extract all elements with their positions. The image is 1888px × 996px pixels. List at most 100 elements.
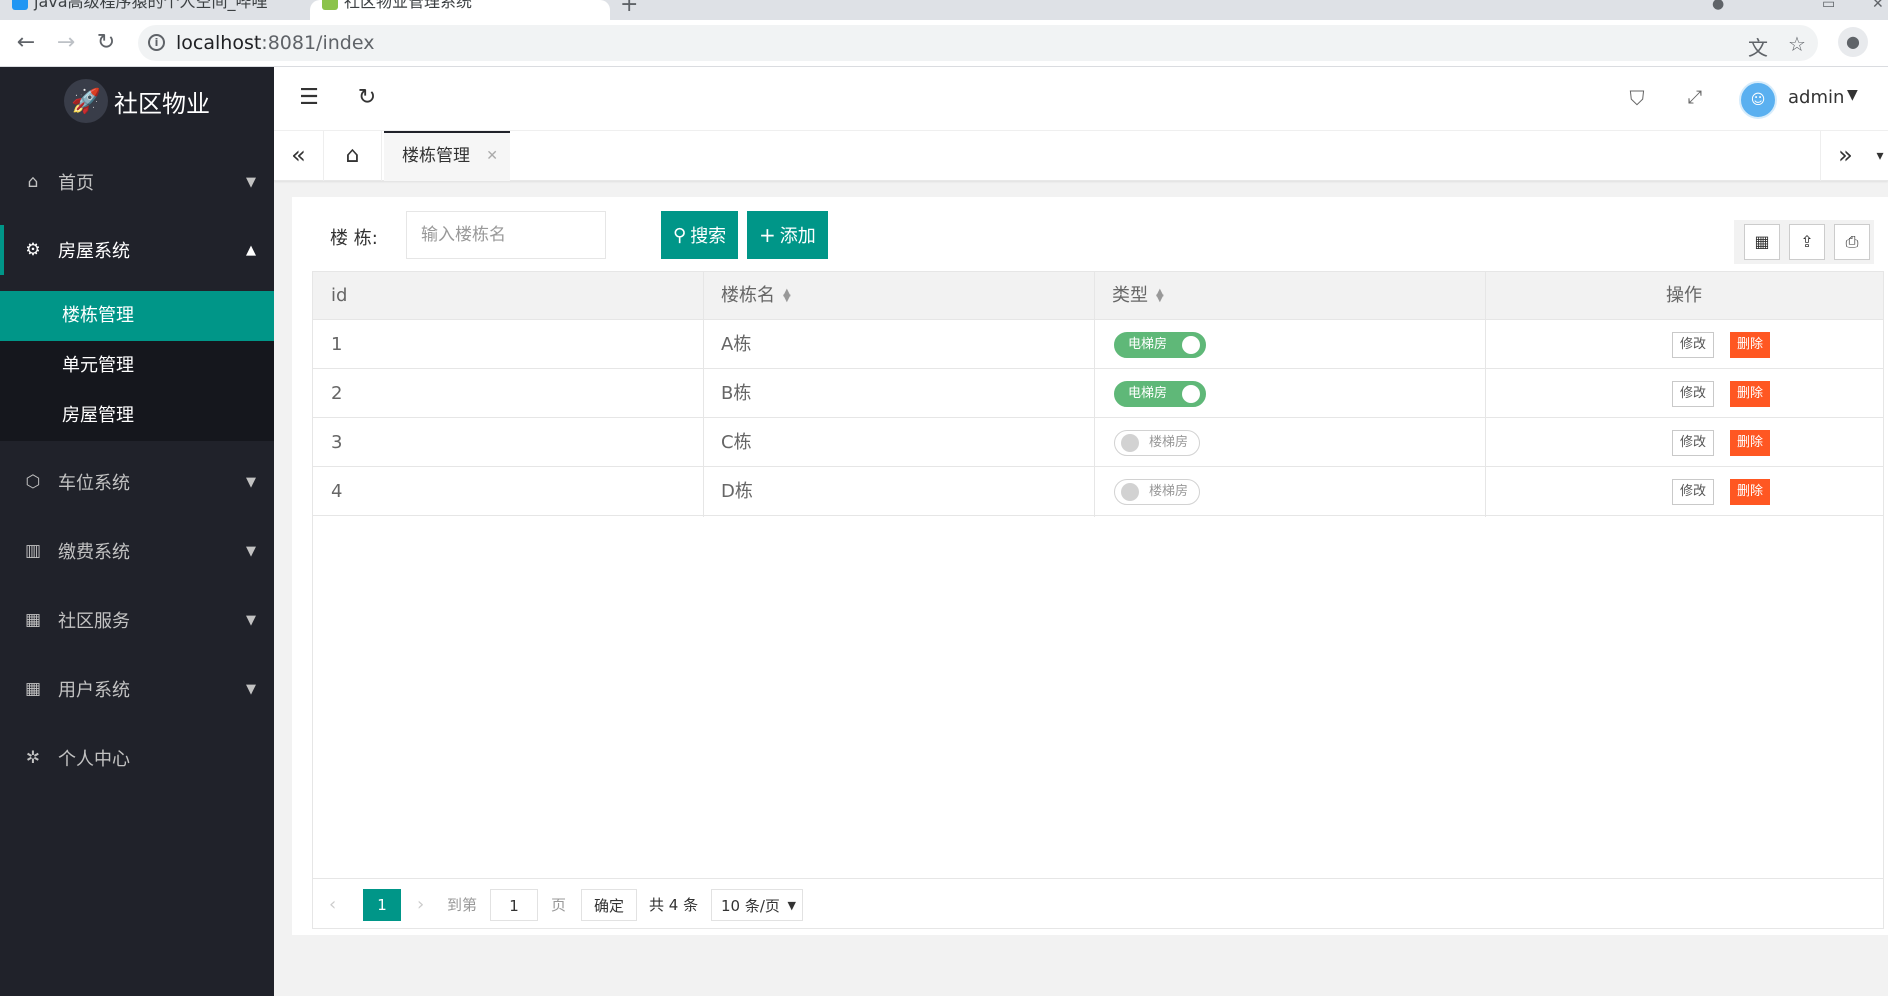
edit-button[interactable]: 修改	[1672, 430, 1715, 456]
scroll-left-icon[interactable]: «	[274, 131, 324, 181]
type-switch[interactable]: 楼梯房	[1114, 479, 1200, 505]
close-window-icon[interactable]: ✕	[1872, 0, 1884, 12]
print-icon[interactable]: ⎙	[1834, 224, 1870, 260]
back-arrow-icon[interactable]: ←	[12, 29, 40, 57]
tag-icon[interactable]: ⛉	[1620, 81, 1654, 115]
edit-button[interactable]: 修改	[1672, 332, 1715, 358]
type-switch-label: 楼梯房	[1149, 435, 1189, 450]
cell-type: 楼梯房	[1094, 418, 1485, 467]
column-header-label: 操作	[1666, 285, 1702, 306]
caret-down-icon[interactable]: ▼	[1847, 87, 1858, 103]
sidebar-subitem-houses[interactable]: 房屋管理	[0, 391, 274, 441]
avatar[interactable]: ☺	[1739, 81, 1777, 119]
plus-icon: +	[759, 223, 776, 247]
building-icon: ▥	[24, 541, 42, 561]
add-button[interactable]: + 添加	[747, 211, 828, 259]
page-size-select[interactable]: 10 条/页 ▼	[711, 889, 803, 921]
tab-menu-chevron-icon[interactable]: ▾	[1872, 131, 1888, 181]
tab-buildings[interactable]: 楼栋管理 ✕	[384, 131, 510, 181]
building-filter-label: 楼 栋:	[330, 228, 378, 249]
chevron-down-icon: ▼	[246, 474, 256, 490]
url-text[interactable]: localhost:8081/index	[176, 32, 374, 54]
new-tab-icon[interactable]: +	[620, 0, 638, 17]
sidebar-item-home[interactable]: ⌂ 首页 ▼	[0, 157, 274, 207]
sidebar-subitem-buildings[interactable]: 楼栋管理	[0, 291, 274, 341]
translate-icon[interactable]: 文	[1748, 32, 1768, 61]
sidebar-item-label: 个人中心	[58, 749, 130, 770]
sidebar-item-label: 车位系统	[58, 473, 130, 494]
cell-id: 4	[331, 481, 343, 502]
star-icon[interactable]: ☆	[1788, 32, 1806, 56]
forward-arrow-icon[interactable]: →	[52, 29, 80, 57]
browser-tab[interactable]: java高级程序猿的个人空间_哔哩 ✕	[0, 0, 300, 20]
sidebar-item-label: 缴费系统	[58, 542, 130, 563]
column-header-name[interactable]: 楼栋名 ▲ ▼	[703, 272, 1094, 320]
refresh-icon[interactable]: ↻	[350, 81, 384, 115]
sidebar-item-housing[interactable]: ⚙ 房屋系统 ▲	[0, 225, 274, 275]
goto-page-input[interactable]: 1	[490, 889, 538, 921]
column-header-label: id	[331, 285, 348, 306]
browser-tab-title: java高级程序猿的个人空间_哔哩	[34, 0, 268, 11]
search-icon: ⚲	[673, 224, 687, 246]
home-tab-icon[interactable]: ⌂	[324, 131, 382, 181]
sidebar-item-label: 首页	[58, 173, 94, 194]
delete-button[interactable]: 删除	[1730, 381, 1771, 407]
browser-tab-title: 社区物业管理系统	[344, 0, 473, 11]
building-name-input[interactable]	[406, 211, 606, 259]
column-divider	[703, 272, 704, 517]
prev-page-icon[interactable]: ‹	[329, 889, 336, 921]
chevron-down-icon: ▼	[246, 612, 256, 628]
reload-icon[interactable]: ↻	[92, 29, 120, 57]
buildings-table: id 楼栋名 ▲ ▼ 类型 ▲ ▼ 操作 1 A栋 电梯房 修改 删除 2 B栋 电梯房 修改 删除 3 C栋…	[312, 271, 1884, 929]
close-icon[interactable]: ✕	[486, 133, 498, 179]
type-switch[interactable]: 电梯房	[1114, 332, 1206, 358]
type-switch[interactable]: 电梯房	[1114, 381, 1206, 407]
sort-icon[interactable]: ▲ ▼	[783, 288, 791, 304]
column-divider	[1485, 272, 1486, 517]
delete-button[interactable]: 删除	[1730, 430, 1771, 456]
search-button-label: 搜索	[690, 226, 727, 247]
sidebar-item-parking[interactable]: ⬡ 车位系统 ▼	[0, 457, 274, 507]
sidebar-subitem-units[interactable]: 单元管理	[0, 341, 274, 391]
logo[interactable]: 🚀 社区物业	[64, 77, 210, 125]
edit-button[interactable]: 修改	[1672, 381, 1715, 407]
column-header-id[interactable]: id	[313, 272, 703, 320]
delete-button[interactable]: 删除	[1730, 332, 1771, 358]
sidebar-item-service[interactable]: ▦ 社区服务 ▼	[0, 595, 274, 645]
edit-button[interactable]: 修改	[1672, 479, 1715, 505]
page-1-button[interactable]: 1	[363, 889, 401, 921]
type-switch[interactable]: 楼梯房	[1114, 430, 1200, 456]
browser-tab-strip: java高级程序猿的个人空间_哔哩 ✕ 社区物业管理系统 ✕ + ● ▭ ✕	[0, 0, 1888, 20]
info-icon[interactable]: i	[148, 34, 165, 51]
settings-icon: ✲	[25, 748, 41, 768]
sidebar-item-users[interactable]: ▦ 用户系统 ▼	[0, 664, 274, 714]
cell-name: B栋	[721, 383, 752, 404]
browser-tab-active[interactable]: 社区物业管理系统 ✕	[310, 0, 610, 20]
goto-confirm-button[interactable]: 确定	[581, 889, 637, 921]
sidebar-item-profile[interactable]: ✲ 个人中心	[0, 733, 274, 783]
url-field[interactable]: i localhost:8081/index 文 ☆	[138, 25, 1818, 61]
search-button[interactable]: ⚲ 搜索	[661, 211, 739, 259]
profile-icon[interactable]: ●	[1838, 27, 1868, 57]
top-header: ☰ ↻ ⛉ ⤢ ☺ admin ▼	[274, 67, 1888, 131]
export-icon[interactable]: ⇪	[1789, 224, 1825, 260]
sort-icon[interactable]: ▲ ▼	[1156, 288, 1164, 304]
sidebar-item-payment[interactable]: ▥ 缴费系统 ▼	[0, 526, 274, 576]
chevron-down-icon: ▼	[246, 681, 256, 697]
add-button-label: 添加	[779, 226, 816, 247]
scroll-right-icon[interactable]: »	[1820, 131, 1870, 181]
collapse-menu-icon[interactable]: ☰	[292, 81, 326, 115]
table-row: 2 B栋 电梯房 修改 删除	[313, 369, 1883, 418]
minimize-icon[interactable]: ▭	[1822, 0, 1835, 12]
delete-button[interactable]: 删除	[1730, 479, 1771, 505]
next-page-icon[interactable]: ›	[417, 889, 424, 921]
cell-name: A栋	[721, 334, 752, 355]
media-control-icon[interactable]: ●	[1712, 0, 1724, 12]
fullscreen-icon[interactable]: ⤢	[1678, 81, 1712, 115]
columns-filter-icon[interactable]: ▦	[1744, 224, 1780, 260]
logo-text: 社区物业	[114, 89, 210, 118]
cell-id: 2	[331, 383, 343, 404]
column-header-type[interactable]: 类型 ▲ ▼	[1094, 272, 1485, 320]
username[interactable]: admin	[1788, 87, 1844, 108]
chevron-up-icon: ▲	[246, 242, 256, 258]
